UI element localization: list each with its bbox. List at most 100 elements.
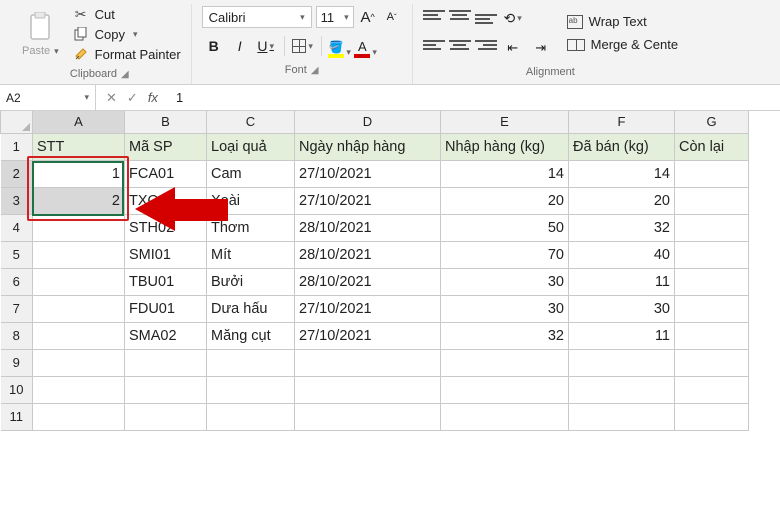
cell[interactable]: Măng cụt [207,322,295,349]
cell[interactable]: TBU01 [125,268,207,295]
italic-button[interactable]: I [228,34,252,58]
cell[interactable]: 2 [33,187,125,214]
cell[interactable]: Mã SP [125,133,207,160]
cell[interactable] [33,403,125,430]
cell[interactable] [675,241,749,268]
row-header-4[interactable]: 4 [1,214,33,241]
cell[interactable]: 1 [33,160,125,187]
cancel-formula-icon[interactable]: ✕ [106,90,117,106]
cell[interactable]: SMI01 [125,241,207,268]
decrease-indent-button[interactable]: ⇤ [501,36,525,60]
cell[interactable]: 30 [441,295,569,322]
row-header-1[interactable]: 1 [1,133,33,160]
row-header-11[interactable]: 11 [1,403,33,430]
row-header-3[interactable]: 3 [1,187,33,214]
dialog-launcher-icon[interactable]: ◢ [311,65,319,76]
orientation-button[interactable]: ⟲▾ [501,6,525,30]
accept-formula-icon[interactable]: ✓ [127,90,138,106]
select-all-corner[interactable] [1,111,33,133]
cell[interactable]: Thơm [207,214,295,241]
cell[interactable]: Nhập hàng (kg) [441,133,569,160]
cell[interactable] [569,376,675,403]
align-right-button[interactable] [475,36,497,54]
cell[interactable]: 30 [441,268,569,295]
cell[interactable]: 27/10/2021 [295,295,441,322]
cell[interactable]: 30 [569,295,675,322]
align-middle-button[interactable] [449,6,471,24]
cell[interactable] [675,214,749,241]
increase-font-button[interactable]: A^ [358,6,378,28]
worksheet[interactable]: A B C D E F G 1 STT Mã SP Loại quả Ngày … [0,111,780,431]
cell[interactable] [207,403,295,430]
align-top-button[interactable] [423,6,445,24]
cell[interactable] [569,349,675,376]
font-size-select[interactable]: 11▾ [316,6,354,28]
fill-color-button[interactable]: 🪣▾ [328,34,352,58]
cell[interactable] [441,349,569,376]
font-color-button[interactable]: A▾ [354,34,378,58]
decrease-font-button[interactable]: Aˇ [382,6,402,28]
cell[interactable]: 14 [441,160,569,187]
row-header-6[interactable]: 6 [1,268,33,295]
paste-button[interactable]: Paste▾ [18,9,63,59]
cell[interactable]: Cam [207,160,295,187]
cell[interactable]: Xoài [207,187,295,214]
cell[interactable]: 28/10/2021 [295,214,441,241]
merge-center-button[interactable]: Merge & Cente [567,37,678,52]
cell[interactable] [33,376,125,403]
cell[interactable] [675,376,749,403]
row-header-5[interactable]: 5 [1,241,33,268]
cell[interactable]: Đã bán (kg) [569,133,675,160]
cell[interactable]: Bưởi [207,268,295,295]
row-header-9[interactable]: 9 [1,349,33,376]
col-header-B[interactable]: B [125,111,207,133]
cell[interactable]: TXO [125,187,207,214]
copy-button[interactable]: Copy▾ [73,26,181,42]
formula-input[interactable]: 1 [168,90,780,105]
wrap-text-button[interactable]: Wrap Text [567,14,678,29]
cell[interactable] [295,403,441,430]
cell[interactable]: 28/10/2021 [295,268,441,295]
col-header-F[interactable]: F [569,111,675,133]
cell[interactable]: 32 [441,322,569,349]
borders-button[interactable]: ▾ [291,34,315,58]
align-center-button[interactable] [449,36,471,54]
col-header-A[interactable]: A [33,111,125,133]
cell[interactable] [33,268,125,295]
row-header-10[interactable]: 10 [1,376,33,403]
cell[interactable]: 20 [441,187,569,214]
underline-button[interactable]: U▾ [254,34,278,58]
row-header-8[interactable]: 8 [1,322,33,349]
cell[interactable]: Mít [207,241,295,268]
row-header-2[interactable]: 2 [1,160,33,187]
cell[interactable] [207,376,295,403]
cell[interactable] [569,403,675,430]
cell[interactable]: SMA02 [125,322,207,349]
cell[interactable] [295,349,441,376]
cell[interactable]: 20 [569,187,675,214]
cell[interactable]: Loại quả [207,133,295,160]
cell[interactable] [33,241,125,268]
cell[interactable] [675,403,749,430]
cell[interactable]: STT [33,133,125,160]
cell[interactable]: 32 [569,214,675,241]
col-header-G[interactable]: G [675,111,749,133]
cell[interactable] [33,214,125,241]
cell[interactable] [295,376,441,403]
cell[interactable] [441,376,569,403]
increase-indent-button[interactable]: ⇥ [529,36,553,60]
cell[interactable]: STH02 [125,214,207,241]
cell[interactable]: 11 [569,268,675,295]
cell[interactable]: 11 [569,322,675,349]
cell[interactable] [125,376,207,403]
column-headers[interactable]: A B C D E F G [1,111,749,133]
dialog-launcher-icon[interactable]: ◢ [121,69,129,80]
col-header-C[interactable]: C [207,111,295,133]
cell[interactable] [675,268,749,295]
cell[interactable]: 27/10/2021 [295,160,441,187]
cell[interactable]: 40 [569,241,675,268]
cell[interactable]: 50 [441,214,569,241]
align-bottom-button[interactable] [475,6,497,24]
format-painter-button[interactable]: Format Painter [73,46,181,62]
col-header-D[interactable]: D [295,111,441,133]
